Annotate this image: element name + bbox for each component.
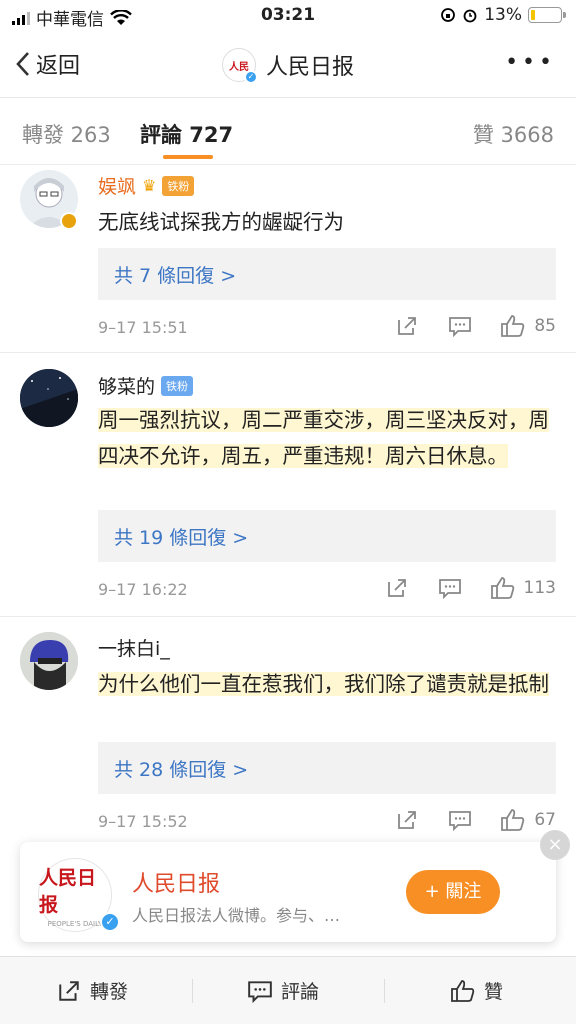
vip-badge-icon <box>60 212 78 230</box>
battery-fill <box>531 10 535 20</box>
divider <box>0 616 576 617</box>
username-text: 娱飒 <box>98 176 137 198</box>
comment-label: 評論 <box>281 981 320 1003</box>
share-icon[interactable] <box>386 577 408 599</box>
like-button[interactable]: 贊 <box>450 977 503 1004</box>
like-count: 85 <box>534 316 556 336</box>
like-count: 113 <box>523 578 556 598</box>
comment-text-highlight: 周一强烈抗议，周二严重交涉，周三坚决反对，周四决不允许，周五，严重违规！周六日休… <box>98 408 549 468</box>
replies-link[interactable]: 共 7 條回復 > <box>98 248 556 300</box>
nav-bar: 返回 人民 ✓ 人民日报 ••• <box>0 34 576 98</box>
share-icon <box>59 980 79 1001</box>
comment-text-highlight: 为什么他们一直在惹我们，我们除了谴责就是抵制 <box>98 672 549 696</box>
tab-comments[interactable]: 評論 727 <box>140 119 233 149</box>
divider <box>0 352 576 353</box>
orientation-lock-icon <box>441 8 456 22</box>
comment-text: 周一强烈抗议，周二严重交涉，周三坚决反对，周四决不允许，周五，严重违规！周六日休… <box>98 402 568 474</box>
comment-actions: 67 <box>396 808 556 832</box>
comment-text: 无底线试探我方的龌龊行为 <box>98 210 344 234</box>
logo-text: 人民日报 <box>39 866 97 916</box>
divider <box>384 979 385 1003</box>
logo-subtext: PEOPLE'S DAILY <box>47 919 103 928</box>
status-right: 13% <box>440 5 566 25</box>
nav-title-group: 人民 ✓ 人民日报 <box>0 48 576 84</box>
comment-text: 为什么他们一直在惹我们，我们除了谴责就是抵制 <box>98 666 568 702</box>
crown-icon: ♛ <box>142 176 157 195</box>
tab-likes[interactable]: 贊 3668 <box>473 119 554 149</box>
comment-username[interactable]: 娱飒 ♛ 铁粉 <box>98 172 195 199</box>
comment-username[interactable]: 够菜的 铁粉 <box>98 372 194 399</box>
like-count: 67 <box>534 810 556 830</box>
battery-percent: 13% <box>484 5 522 25</box>
like-button[interactable]: 85 <box>500 314 556 338</box>
comment-icon[interactable] <box>438 577 462 599</box>
like-button[interactable]: 113 <box>490 576 556 600</box>
tab-repost[interactable]: 轉發 263 <box>22 119 111 149</box>
replies-link[interactable]: 共 28 條回復 > <box>98 742 556 794</box>
comment-icon[interactable] <box>448 809 472 831</box>
avatar[interactable] <box>20 369 78 427</box>
username-text: 够菜的 <box>98 376 156 398</box>
follow-button[interactable]: + 關注 <box>406 870 500 914</box>
share-icon[interactable] <box>396 809 418 831</box>
account-avatar[interactable]: 人民 ✓ <box>221 48 258 84</box>
fan-badge: 铁粉 <box>161 375 194 396</box>
battery-icon <box>528 7 566 23</box>
replies-link[interactable]: 共 19 條回復 > <box>98 510 556 562</box>
comment-icon <box>248 980 272 1003</box>
tab-bar: 轉發 263 評論 727 贊 3668 <box>0 99 576 165</box>
thumbs-up-icon <box>451 979 475 1002</box>
page-title: 人民日报 <box>265 55 354 80</box>
like-button[interactable]: 67 <box>500 808 556 832</box>
repost-label: 轉發 <box>90 981 129 1003</box>
follow-card: 人民日报 PEOPLE'S DAILY ✓ 人民日报 人民日报法人微博。参与、…… <box>20 830 570 942</box>
comment-time: 9–17 16:22 <box>98 580 188 599</box>
verified-icon: ✓ <box>100 912 120 932</box>
repost-button[interactable]: 轉發 <box>56 977 128 1004</box>
fan-badge: 铁粉 <box>162 175 195 196</box>
thumbs-up-icon <box>501 315 525 337</box>
username-text: 一抹白i_ <box>98 638 170 660</box>
comment-icon[interactable] <box>448 315 472 337</box>
close-icon[interactable]: × <box>540 830 570 860</box>
thumbs-up-icon <box>490 577 514 599</box>
like-label: 贊 <box>484 981 504 1003</box>
share-icon[interactable] <box>396 315 418 337</box>
bottom-action-bar: 轉發 評論 贊 <box>0 956 576 1024</box>
comment-actions: 85 <box>396 314 556 338</box>
status-bar: 中華電信 03:21 13% <box>0 0 576 34</box>
avatar[interactable] <box>20 632 78 690</box>
card-description: 人民日报法人微博。参与、… <box>132 906 341 925</box>
comment-time: 9–17 15:52 <box>98 812 188 831</box>
card-account-name[interactable]: 人民日报 <box>132 866 220 898</box>
comment-username[interactable]: 一抹白i_ <box>98 634 170 661</box>
comment-time: 9–17 15:51 <box>98 318 188 337</box>
more-button[interactable]: ••• <box>505 50 556 75</box>
divider <box>192 979 193 1003</box>
alarm-icon <box>463 9 477 23</box>
comment-actions: 113 <box>386 576 556 600</box>
tab-indicator <box>163 155 213 159</box>
verified-icon: ✓ <box>243 70 258 84</box>
thumbs-up-icon <box>501 809 525 831</box>
comment-button[interactable]: 評論 <box>247 977 319 1004</box>
